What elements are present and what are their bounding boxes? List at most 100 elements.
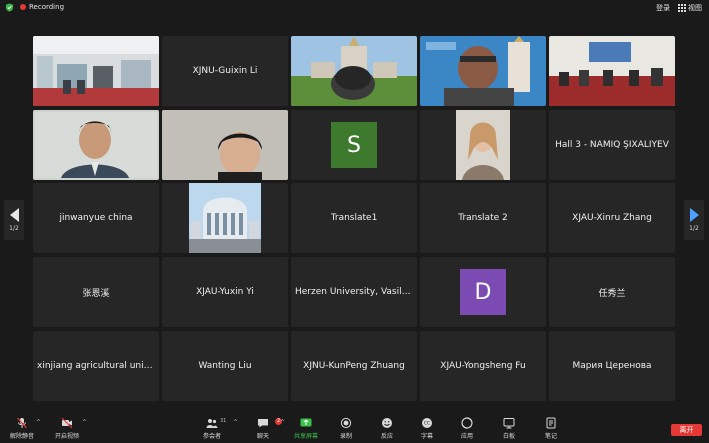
whiteboard-icon <box>503 418 515 429</box>
video-feed-speaker <box>33 110 159 180</box>
video-feed-portrait <box>456 110 510 180</box>
meeting-toolbar: 解除静音 ^ 开启视频 ^ 参会者 31 ^ 2 聊天 ^ 共享屏幕 录制 反应… <box>0 415 709 443</box>
apps-button[interactable]: 应用 <box>461 417 473 440</box>
participant-name: XJNU-Guixin Li <box>192 66 258 76</box>
participant-tile[interactable]: 张恩溪 <box>33 257 159 327</box>
recording-label: Recording <box>29 3 65 11</box>
share-screen-icon <box>300 418 312 427</box>
arrow-left-icon <box>9 208 19 222</box>
microphone-muted-icon <box>17 417 27 429</box>
participant-tile[interactable]: jinwanyue china <box>33 183 159 253</box>
login-button[interactable]: 登录 <box>656 3 670 13</box>
video-feed-university-background <box>291 36 417 106</box>
participant-tile[interactable]: 任秀兰 <box>549 257 675 327</box>
grid-view-icon <box>678 4 686 12</box>
participant-tile-active-speaker[interactable] <box>33 110 159 180</box>
participant-tile[interactable]: XJAU-Yongsheng Fu <box>420 331 546 401</box>
chat-options-caret-icon[interactable]: ^ <box>280 419 285 426</box>
meeting-top-bar: Recording 登录 视图 <box>0 0 709 16</box>
whiteboard-button[interactable]: 白板 <box>503 417 515 440</box>
participant-name: Мария Церенова <box>572 361 652 371</box>
captions-label: 字幕 <box>421 433 434 440</box>
chat-label: 聊天 <box>257 433 270 440</box>
participant-name: Wanting Liu <box>198 361 252 371</box>
participants-options-caret-icon[interactable]: ^ <box>233 419 238 426</box>
participant-building-image <box>189 183 261 253</box>
participant-tile[interactable] <box>162 183 288 253</box>
page-indicator-left: 1/2 <box>9 225 19 232</box>
share-screen-label: 共享屏幕 <box>294 433 319 440</box>
participant-tile[interactable]: XJNU-KunPeng Zhuang <box>291 331 417 401</box>
participant-tile[interactable]: xinjiang agricultural university <box>33 331 159 401</box>
chat-button[interactable]: 2 聊天 <box>257 417 283 440</box>
unmute-label: 解除静音 <box>10 433 35 440</box>
participant-tile[interactable]: XJNU-Guixin Li <box>162 36 288 106</box>
notes-label: 笔记 <box>545 433 558 440</box>
participant-name: 任秀兰 <box>598 288 626 299</box>
participant-tile[interactable] <box>162 110 288 180</box>
start-video-label: 开启视频 <box>55 433 80 440</box>
participant-tile[interactable] <box>420 110 546 180</box>
participant-tile[interactable] <box>33 36 159 106</box>
participant-name: xinjiang agricultural university <box>37 361 155 371</box>
participant-name: Translate1 <box>330 213 378 223</box>
participant-name: XJAU-Yongsheng Fu <box>440 361 526 371</box>
captions-cc-icon: CC <box>422 418 432 428</box>
participant-tile[interactable] <box>420 36 546 106</box>
participant-tile[interactable]: XJAU-Yuxin Yi <box>162 257 288 327</box>
previous-page-button[interactable]: 1/2 <box>4 200 24 240</box>
video-options-caret-icon[interactable]: ^ <box>82 419 87 426</box>
participant-name: XJAU-Yuxin Yi <box>196 287 254 297</box>
record-icon <box>340 417 352 429</box>
participant-tile[interactable]: Herzen University, Vasileostrovsky <box>291 257 417 327</box>
view-label: 视图 <box>688 4 702 12</box>
participant-tile[interactable] <box>549 36 675 106</box>
participant-tile[interactable]: Wanting Liu <box>162 331 288 401</box>
notes-button[interactable]: 笔记 <box>545 417 557 440</box>
participant-tile[interactable]: Hall 3 - NAMIQ ŞIXALIYEV <box>549 110 675 180</box>
view-button[interactable]: 视图 <box>678 3 702 13</box>
record-dot-icon <box>20 4 26 10</box>
reactions-label: 反应 <box>381 433 394 440</box>
participant-name: Translate 2 <box>458 213 508 223</box>
next-page-button[interactable]: 1/2 <box>684 200 704 240</box>
smiley-reaction-icon <box>382 418 392 428</box>
participant-tile[interactable]: XJAU-Xinru Zhang <box>549 183 675 253</box>
participant-name: XJAU-Xinru Zhang <box>572 213 652 223</box>
avatar: S <box>331 122 377 168</box>
start-video-button[interactable]: 开启视频 <box>55 417 79 440</box>
participant-tile[interactable]: Мария Церенова <box>549 331 675 401</box>
participant-name: Hall 3 - NAMIQ ŞIXALIYEV <box>555 140 669 150</box>
participants-icon <box>206 419 218 428</box>
participant-tile[interactable] <box>291 36 417 106</box>
participants-button[interactable]: 参会者 <box>203 417 221 440</box>
video-feed-person <box>162 110 288 180</box>
arrow-right-icon <box>689 208 699 222</box>
record-label: 录制 <box>340 433 353 440</box>
participant-name: XJNU-KunPeng Zhuang <box>303 361 405 371</box>
recording-indicator[interactable]: Recording <box>20 3 64 11</box>
notes-icon <box>546 417 556 429</box>
unmute-button[interactable]: 解除静音 <box>10 417 34 440</box>
apps-icon <box>461 417 473 429</box>
video-feed-university-person <box>420 36 546 106</box>
participant-tile[interactable]: D <box>420 257 546 327</box>
reactions-button[interactable]: 反应 <box>381 417 393 440</box>
leave-meeting-button[interactable]: 离开 <box>671 424 702 436</box>
participant-name: 张恩溪 <box>82 288 110 299</box>
svg-text:CC: CC <box>424 421 430 427</box>
participant-name: Herzen University, Vasileostrovsky <box>295 287 413 297</box>
audio-options-caret-icon[interactable]: ^ <box>36 419 41 426</box>
participant-name: jinwanyue china <box>59 213 133 223</box>
participant-tile[interactable]: Translate1 <box>291 183 417 253</box>
participants-label: 参会者 <box>203 433 222 440</box>
share-screen-button[interactable]: 共享屏幕 <box>294 417 318 440</box>
participants-count: 31 <box>220 418 227 424</box>
shield-icon[interactable] <box>5 3 14 12</box>
participant-tile[interactable]: Translate 2 <box>420 183 546 253</box>
video-camera-off-icon <box>61 417 73 429</box>
chat-bubble-icon <box>258 419 268 428</box>
captions-button[interactable]: CC 字幕 <box>421 417 433 440</box>
participant-tile[interactable]: S <box>291 110 417 180</box>
record-button[interactable]: 录制 <box>340 417 352 440</box>
